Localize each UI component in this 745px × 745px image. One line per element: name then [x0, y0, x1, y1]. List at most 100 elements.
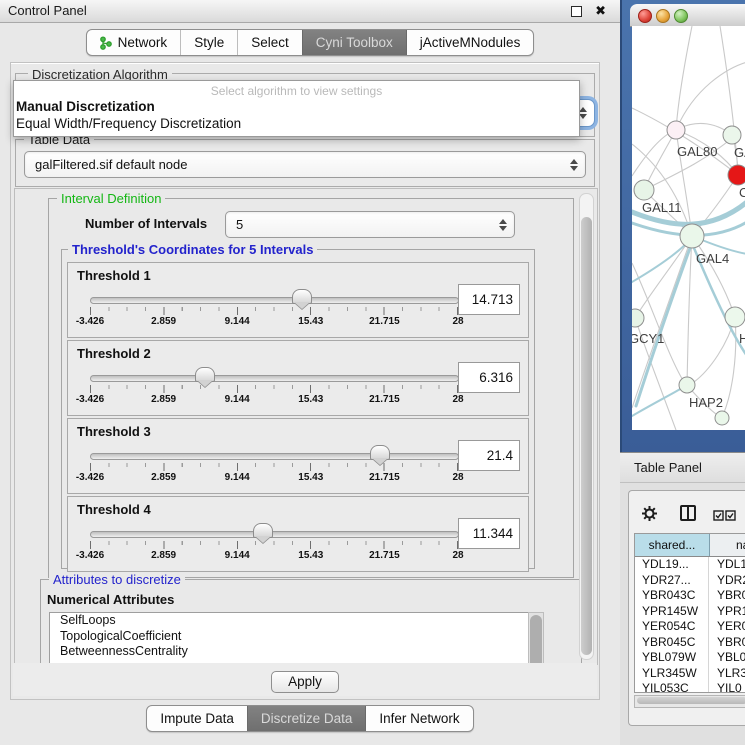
network-edge: [692, 236, 735, 317]
apply-button[interactable]: Apply: [271, 671, 339, 693]
tick-label: 21.715: [369, 394, 400, 405]
network-node[interactable]: [679, 377, 695, 393]
network-canvas[interactable]: GAL80GACGAL11GAL4GCY1HHAP2: [632, 26, 745, 430]
table-row[interactable]: YPR145WYPR1: [635, 604, 745, 620]
table-row[interactable]: YDR27...YDR2: [635, 573, 745, 589]
table-cell-name: YBR0: [709, 588, 745, 604]
column-header-name[interactable]: na: [710, 534, 745, 556]
network-node-label: GAL11: [642, 200, 682, 215]
network-node[interactable]: [632, 309, 644, 327]
threshold-value-field[interactable]: 6.316: [458, 362, 520, 393]
threshold-slider-thumb[interactable]: [292, 289, 312, 304]
tab-label: Discretize Data: [261, 711, 353, 726]
table-row[interactable]: YBL079WYBL0: [635, 650, 745, 666]
interval-definition-group: Interval Definition Number of Intervals …: [48, 198, 574, 578]
threshold-slider-track[interactable]: [90, 297, 459, 304]
tab-select[interactable]: Select: [237, 30, 302, 55]
network-node[interactable]: [728, 165, 745, 185]
column-header-shared-name[interactable]: shared...: [635, 534, 710, 556]
threshold-slider-thumb[interactable]: [370, 445, 390, 460]
table-row[interactable]: YBR043CYBR0: [635, 588, 745, 604]
network-node[interactable]: [667, 121, 685, 139]
tab-infer-network[interactable]: Infer Network: [365, 706, 472, 731]
tick-label: 15.43: [298, 472, 323, 483]
close-icon[interactable]: ✖: [595, 2, 606, 20]
network-edge: [632, 108, 738, 175]
network-node[interactable]: [634, 180, 654, 200]
threshold-panel: Threshold 3-3.4262.8599.14415.4321.71528…: [67, 418, 529, 494]
table-header-row: shared...na: [635, 534, 745, 557]
tick-label: 9.144: [225, 316, 250, 327]
float-icon[interactable]: [571, 6, 582, 17]
threshold-value-field[interactable]: 14.713: [458, 284, 520, 315]
tab-label: Impute Data: [160, 711, 234, 726]
thresholds-group: Threshold's Coordinates for 5 Intervals …: [61, 249, 535, 569]
tick-label: 2.859: [151, 394, 176, 405]
attribute-list-item[interactable]: TopologicalCoefficient: [50, 629, 528, 645]
table-panel-body: shared...na YDL19...YDL1YDR27...YDR2YBR0…: [620, 483, 745, 745]
checkboxes-icon[interactable]: [713, 508, 737, 526]
tab-style[interactable]: Style: [180, 30, 237, 55]
attributes-group-label: Attributes to discretize: [49, 572, 185, 587]
tab-label: Cyni Toolbox: [316, 35, 393, 50]
tick-label: 28: [452, 394, 463, 405]
tick-label: 15.43: [298, 394, 323, 405]
threshold-slider-thumb[interactable]: [253, 523, 273, 538]
network-node[interactable]: [715, 411, 729, 425]
table-cell-name: YPR1: [709, 604, 745, 620]
table-row[interactable]: YBR045CYBR0: [635, 635, 745, 651]
panel-scrollbar-thumb[interactable]: [581, 217, 592, 655]
table-cell-name: YDR2: [709, 573, 745, 589]
tick-label: -3.426: [76, 316, 104, 327]
combo-stepper-icon: [579, 107, 587, 119]
threshold-value-field[interactable]: 21.4: [458, 440, 520, 471]
network-node-label: GAL80: [677, 144, 717, 159]
table-horizontal-scrollbar[interactable]: [634, 695, 745, 708]
window-zoom-icon[interactable]: [674, 9, 688, 23]
table-row[interactable]: YER054CYER0: [635, 619, 745, 635]
attributes-list-scrollbar[interactable]: [528, 612, 544, 665]
gear-icon[interactable]: [641, 505, 658, 527]
tick-label: 2.859: [151, 316, 176, 327]
table-cell-name: YBR0: [709, 635, 745, 651]
attributes-scrollbar-thumb[interactable]: [530, 615, 542, 665]
window-close-icon[interactable]: [638, 9, 652, 23]
network-window-titlebar[interactable]: [630, 4, 745, 27]
attribute-list-item[interactable]: BetweennessCentrality: [50, 644, 528, 660]
window-minimize-icon[interactable]: [656, 9, 670, 23]
table-row[interactable]: YDL19...YDL1: [635, 557, 745, 573]
table-row[interactable]: YIL053CYIL0: [635, 681, 745, 693]
algorithm-option[interactable]: Equal Width/Frequency Discretization: [14, 115, 579, 132]
network-node[interactable]: [725, 307, 745, 327]
tab-impute-data[interactable]: Impute Data: [147, 706, 247, 731]
network-node[interactable]: [723, 126, 741, 144]
threshold-slider-thumb[interactable]: [195, 367, 215, 382]
tick-label: -3.426: [76, 472, 104, 483]
tab-network[interactable]: Network: [87, 30, 181, 55]
number-of-intervals-label: Number of Intervals: [85, 216, 207, 231]
table-scrollbar-thumb[interactable]: [637, 697, 745, 704]
right-column: GAL80GACGAL11GAL4GCY1HHAP2 Table Panel: [620, 0, 745, 745]
combo-stepper-icon: [499, 219, 507, 231]
table-data-combobox[interactable]: galFiltered.sif default node: [24, 151, 586, 178]
threshold-slider-track[interactable]: [90, 531, 459, 538]
tab-cyni-toolbox[interactable]: Cyni Toolbox: [302, 30, 406, 55]
network-node-label: GAL4: [696, 251, 729, 266]
algorithm-option[interactable]: Manual Discretization: [14, 98, 579, 115]
node-attribute-table: shared...na YDL19...YDL1YDR27...YDR2YBR0…: [634, 533, 745, 693]
columns-icon[interactable]: [679, 504, 697, 527]
attribute-list-item[interactable]: SelfLoops: [50, 613, 528, 629]
threshold-panel: Threshold 4-3.4262.8599.14415.4321.71528…: [67, 496, 529, 572]
threshold-value-field[interactable]: 11.344: [458, 518, 520, 549]
network-node[interactable]: [680, 224, 704, 248]
threshold-slider-track[interactable]: [90, 453, 459, 460]
table-row[interactable]: YLR345WYLR3: [635, 666, 745, 682]
table-cell-shared-name: YDL19...: [635, 557, 709, 573]
threshold-slider-track[interactable]: [90, 375, 459, 382]
panel-vertical-scrollbar[interactable]: [579, 193, 594, 660]
tab-jactivemnodules[interactable]: jActiveMNodules: [406, 30, 534, 55]
tick-label: 15.43: [298, 550, 323, 561]
tab-discretize-data[interactable]: Discretize Data: [247, 706, 366, 731]
number-of-intervals-combobox[interactable]: 5: [225, 211, 515, 238]
table-cell-shared-name: YIL053C: [635, 681, 709, 693]
